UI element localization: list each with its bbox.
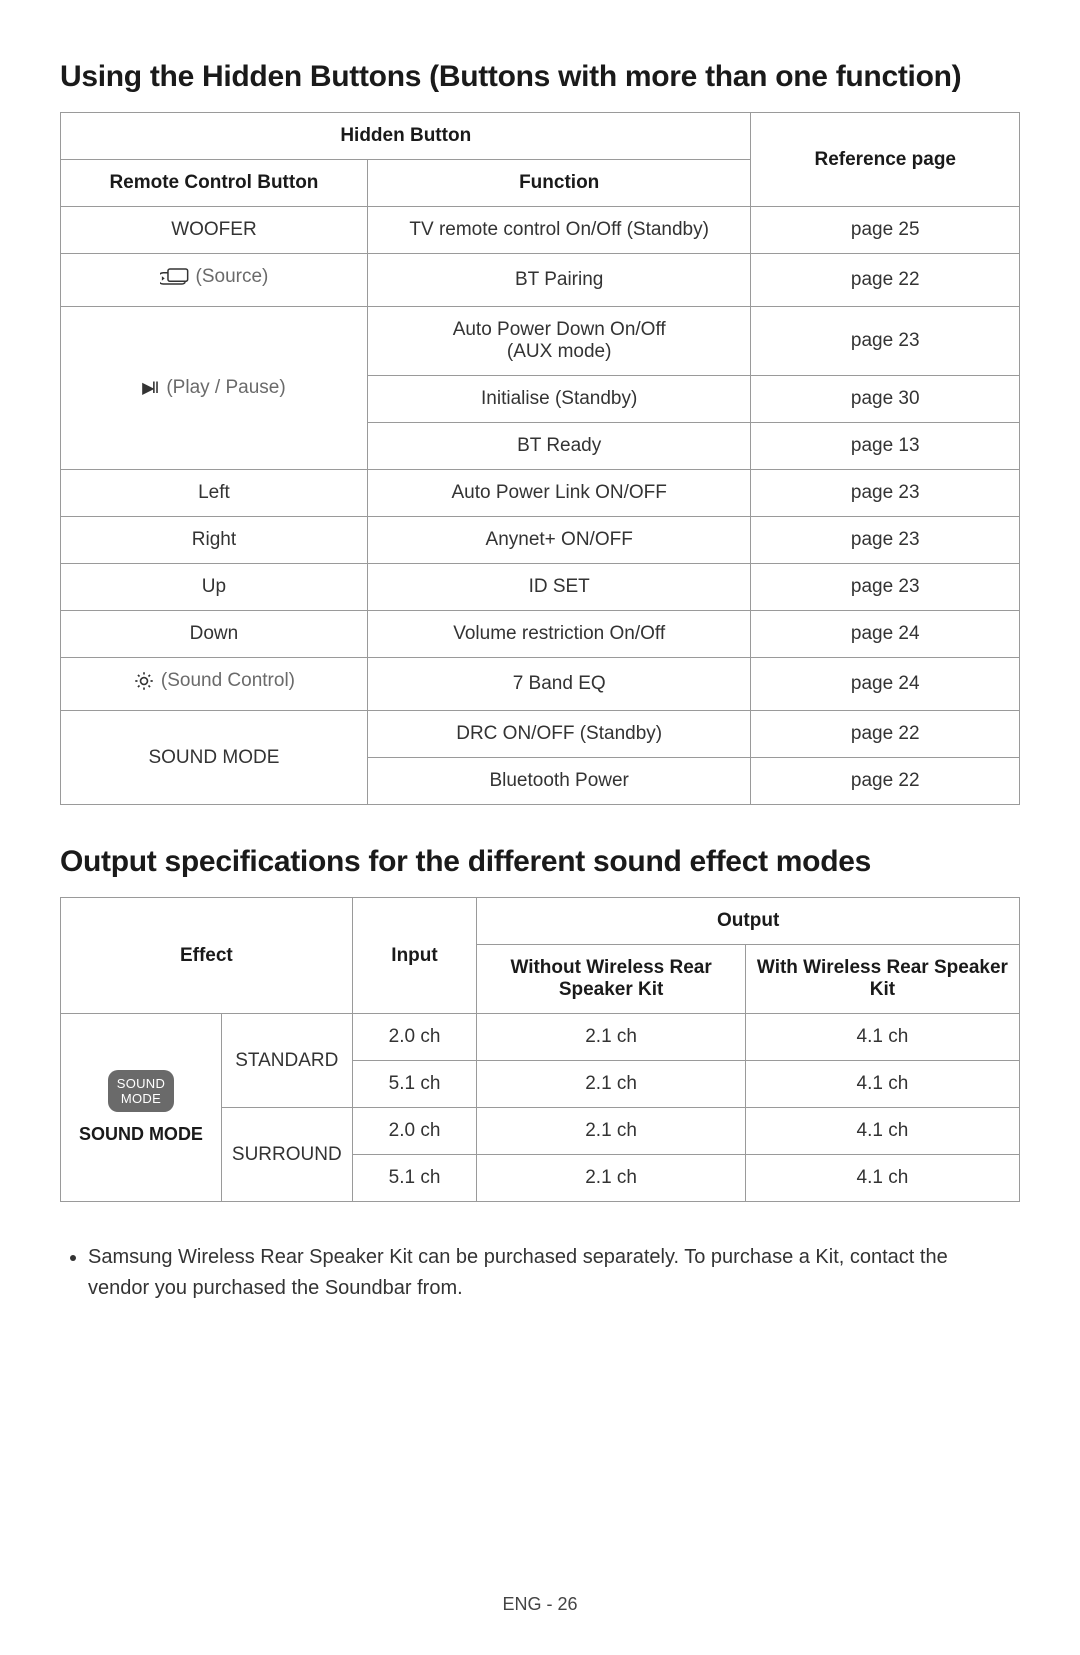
gear-icon [133,670,155,692]
table-row: (Source) BT Pairing page 22 [61,254,1020,307]
cell-with: 4.1 ch [745,1061,1019,1108]
effect-label: SOUND MODE [79,1124,203,1145]
cell-function: 7 Band EQ [367,658,751,711]
th-input: Input [352,898,477,1014]
cell-input: 2.0 ch [352,1108,477,1155]
cell-input: 2.0 ch [352,1014,477,1061]
cell-button-soundmode: SOUND MODE [61,711,368,805]
th-hidden-button: Hidden Button [61,113,751,160]
cell-function: Auto Power Down On/Off (AUX mode) [367,307,751,376]
cell-function: Auto Power Link ON/OFF [367,470,751,517]
cell-ref: page 23 [751,307,1020,376]
cell-button-source: (Source) [61,254,368,307]
source-icon [160,266,190,288]
cell-ref: page 13 [751,423,1020,470]
cell-function: TV remote control On/Off (Standby) [367,207,751,254]
cell-ref: page 24 [751,611,1020,658]
cell-button-woofer: WOOFER [61,207,368,254]
hidden-buttons-table: Hidden Button Reference page Remote Cont… [60,112,1020,805]
sound-mode-button-icon: SOUND MODE [108,1070,174,1113]
cell-input: 5.1 ch [352,1061,477,1108]
cell-button-right: Right [61,517,368,564]
table-row: Up ID SET page 23 [61,564,1020,611]
cell-ref: page 22 [751,711,1020,758]
table-row: Down Volume restriction On/Off page 24 [61,611,1020,658]
cell-ref: page 23 [751,564,1020,611]
page-footer: ENG - 26 [60,1594,1020,1615]
section2-title: Output specifications for the different … [60,845,1020,879]
cell-effect: SOUND MODE SOUND MODE [61,1014,222,1202]
cell-ref: page 22 [751,758,1020,805]
cell-function: Anynet+ ON/OFF [367,517,751,564]
cell-button-source-label: (Source) [196,266,269,288]
table-row: ▶Ⅱ (Play / Pause) Auto Power Down On/Off… [61,307,1020,376]
play-pause-icon: ▶Ⅱ [142,378,156,397]
cell-input: 5.1 ch [352,1155,477,1202]
table-row: Left Auto Power Link ON/OFF page 23 [61,470,1020,517]
table-row: Right Anynet+ ON/OFF page 23 [61,517,1020,564]
table-row: SOUND MODE SOUND MODE STANDARD 2.0 ch 2.… [61,1014,1020,1061]
cell-function: BT Ready [367,423,751,470]
th-without: Without Wireless Rear Speaker Kit [477,945,746,1014]
output-spec-table: Effect Input Output Without Wireless Rea… [60,897,1020,1202]
cell-ref: page 25 [751,207,1020,254]
table-row: SOUND MODE DRC ON/OFF (Standby) page 22 [61,711,1020,758]
th-effect: Effect [61,898,353,1014]
cell-function: BT Pairing [367,254,751,307]
note-item: Samsung Wireless Rear Speaker Kit can be… [88,1242,1020,1304]
cell-ref: page 23 [751,470,1020,517]
cell-button-soundcontrol: (Sound Control) [61,658,368,711]
cell-without: 2.1 ch [477,1108,746,1155]
cell-mode-surround: SURROUND [221,1108,352,1202]
cell-button-down: Down [61,611,368,658]
table-row: (Sound Control) 7 Band EQ page 24 [61,658,1020,711]
th-reference: Reference page [751,113,1020,207]
cell-mode-standard: STANDARD [221,1014,352,1108]
cell-ref: page 30 [751,376,1020,423]
cell-button-up: Up [61,564,368,611]
cell-ref: page 22 [751,254,1020,307]
cell-function: DRC ON/OFF (Standby) [367,711,751,758]
cell-ref: page 23 [751,517,1020,564]
cell-button-playpause: ▶Ⅱ (Play / Pause) [61,307,368,470]
cell-function: Bluetooth Power [367,758,751,805]
cell-without: 2.1 ch [477,1155,746,1202]
cell-with: 4.1 ch [745,1155,1019,1202]
th-with: With Wireless Rear Speaker Kit [745,945,1019,1014]
th-output: Output [477,898,1020,945]
cell-function: ID SET [367,564,751,611]
cell-with: 4.1 ch [745,1014,1019,1061]
cell-button-left: Left [61,470,368,517]
cell-without: 2.1 ch [477,1061,746,1108]
note-list: Samsung Wireless Rear Speaker Kit can be… [60,1242,1020,1304]
th-remote: Remote Control Button [61,160,368,207]
cell-button-playpause-label: (Play / Pause) [166,377,285,399]
th-function: Function [367,160,751,207]
cell-function: Volume restriction On/Off [367,611,751,658]
section1-title: Using the Hidden Buttons (Buttons with m… [60,60,1020,94]
cell-without: 2.1 ch [477,1014,746,1061]
cell-function: Initialise (Standby) [367,376,751,423]
cell-ref: page 24 [751,658,1020,711]
table-row: WOOFER TV remote control On/Off (Standby… [61,207,1020,254]
cell-button-soundcontrol-label: (Sound Control) [161,670,295,692]
cell-with: 4.1 ch [745,1108,1019,1155]
